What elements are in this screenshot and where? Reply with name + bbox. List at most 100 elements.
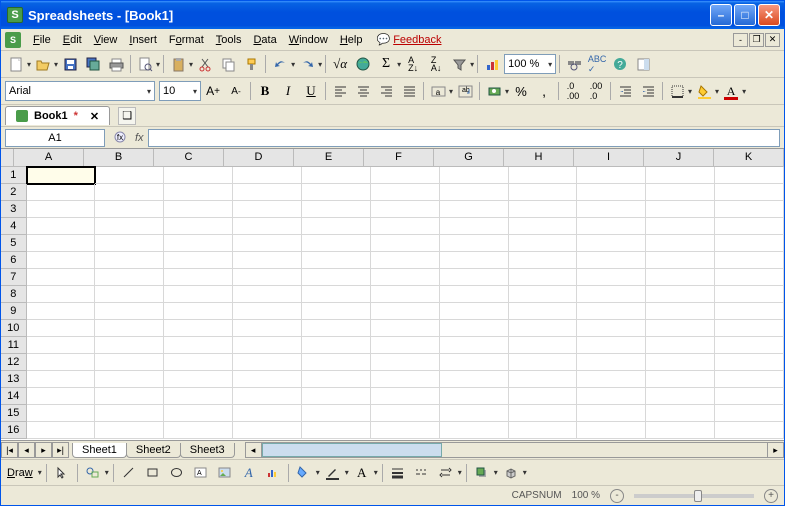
cell-D5[interactable] xyxy=(233,235,302,252)
filter-dropdown[interactable]: ▾ xyxy=(470,60,474,69)
cell-H9[interactable] xyxy=(509,303,578,320)
workbook-close-button[interactable]: ✕ xyxy=(90,110,99,123)
font-size-combo[interactable]: 10▾ xyxy=(159,81,201,101)
cell-A10[interactable] xyxy=(27,320,96,337)
cell-G15[interactable] xyxy=(440,405,509,422)
cell-F11[interactable] xyxy=(371,337,440,354)
cell-K6[interactable] xyxy=(715,252,784,269)
app-menu-icon[interactable]: S xyxy=(5,32,21,48)
cell-E2[interactable] xyxy=(302,184,371,201)
insert-picture-button[interactable] xyxy=(214,462,236,484)
column-header-J[interactable]: J xyxy=(644,149,714,167)
find-button[interactable] xyxy=(563,53,585,75)
cell-A4[interactable] xyxy=(27,218,96,235)
cell-C11[interactable] xyxy=(164,337,233,354)
cell-I11[interactable] xyxy=(577,337,646,354)
sheet-tab-sheet3[interactable]: Sheet3 xyxy=(180,443,235,458)
cell-E13[interactable] xyxy=(302,371,371,388)
scroll-left-button[interactable]: ◂ xyxy=(246,443,262,457)
cell-H10[interactable] xyxy=(509,320,578,337)
cell-I6[interactable] xyxy=(577,252,646,269)
taskpane-button[interactable] xyxy=(632,53,654,75)
row-header-8[interactable]: 8 xyxy=(1,286,27,303)
oval-button[interactable] xyxy=(166,462,188,484)
cell-F3[interactable] xyxy=(371,201,440,218)
cell-D3[interactable] xyxy=(233,201,302,218)
cell-F1[interactable] xyxy=(371,167,440,184)
column-header-E[interactable]: E xyxy=(294,149,364,167)
row-header-9[interactable]: 9 xyxy=(1,303,27,320)
cell-E16[interactable] xyxy=(302,422,371,439)
cell-I7[interactable] xyxy=(577,269,646,286)
cell-B1[interactable] xyxy=(95,167,164,184)
scroll-right-button[interactable]: ▸ xyxy=(767,443,783,457)
cell-F10[interactable] xyxy=(371,320,440,337)
cell-I10[interactable] xyxy=(577,320,646,337)
cell-F9[interactable] xyxy=(371,303,440,320)
cell-H5[interactable] xyxy=(509,235,578,252)
menu-insert[interactable]: Insert xyxy=(123,32,163,48)
row-header-4[interactable]: 4 xyxy=(1,218,27,235)
cell-B14[interactable] xyxy=(95,388,164,405)
workbook-tab[interactable]: Book1 * ✕ xyxy=(5,106,110,125)
percent-button[interactable]: % xyxy=(510,80,532,102)
cell-A1[interactable] xyxy=(27,167,96,184)
close-button[interactable]: ✕ xyxy=(758,4,780,26)
cell-A9[interactable] xyxy=(27,303,96,320)
textbox-button[interactable]: A xyxy=(190,462,212,484)
cell-E8[interactable] xyxy=(302,286,371,303)
cell-K2[interactable] xyxy=(715,184,784,201)
scroll-thumb[interactable] xyxy=(262,443,442,457)
font-color-button[interactable]: A xyxy=(720,80,742,102)
cell-E9[interactable] xyxy=(302,303,371,320)
cell-D15[interactable] xyxy=(233,405,302,422)
column-header-F[interactable]: F xyxy=(364,149,434,167)
cell-K7[interactable] xyxy=(715,269,784,286)
cell-A11[interactable] xyxy=(27,337,96,354)
sort-asc-button[interactable]: AZ↓ xyxy=(402,53,424,75)
cell-G16[interactable] xyxy=(440,422,509,439)
chart-button[interactable] xyxy=(481,53,503,75)
spellcheck-button[interactable]: ABC✓ xyxy=(586,53,608,75)
cell-K8[interactable] xyxy=(715,286,784,303)
cell-F5[interactable] xyxy=(371,235,440,252)
cell-K12[interactable] xyxy=(715,354,784,371)
column-header-D[interactable]: D xyxy=(224,149,294,167)
cell-B3[interactable] xyxy=(95,201,164,218)
row-header-14[interactable]: 14 xyxy=(1,388,27,405)
cell-A8[interactable] xyxy=(27,286,96,303)
cell-E12[interactable] xyxy=(302,354,371,371)
underline-button[interactable]: U xyxy=(300,80,322,102)
cell-G5[interactable] xyxy=(440,235,509,252)
cell-B13[interactable] xyxy=(95,371,164,388)
autoshapes-button[interactable] xyxy=(82,462,104,484)
align-justify-button[interactable] xyxy=(398,80,420,102)
cell-G9[interactable] xyxy=(440,303,509,320)
cell-D16[interactable] xyxy=(233,422,302,439)
column-header-G[interactable]: G xyxy=(434,149,504,167)
insert-chart-button[interactable] xyxy=(262,462,284,484)
menu-tools[interactable]: Tools xyxy=(210,32,248,48)
cell-E7[interactable] xyxy=(302,269,371,286)
cell-E11[interactable] xyxy=(302,337,371,354)
column-header-K[interactable]: K xyxy=(714,149,784,167)
bold-button[interactable]: B xyxy=(254,80,276,102)
cell-F13[interactable] xyxy=(371,371,440,388)
minimize-button[interactable]: – xyxy=(710,4,732,26)
cell-G1[interactable] xyxy=(440,167,509,184)
print-button[interactable] xyxy=(105,53,127,75)
wordart-button[interactable]: A xyxy=(238,462,260,484)
borders-dropdown[interactable]: ▾ xyxy=(688,87,692,96)
cell-D2[interactable] xyxy=(233,184,302,201)
save-all-button[interactable] xyxy=(82,53,104,75)
preview-dropdown[interactable]: ▾ xyxy=(156,60,160,69)
mdi-minimize-button[interactable]: - xyxy=(733,33,748,47)
fill-color-button[interactable] xyxy=(693,80,715,102)
font-color-dropdown[interactable]: ▾ xyxy=(742,87,746,96)
shadow-button[interactable] xyxy=(471,462,493,484)
cell-D7[interactable] xyxy=(233,269,302,286)
cell-I2[interactable] xyxy=(577,184,646,201)
font-combo[interactable]: Arial▾ xyxy=(5,81,155,101)
cell-B11[interactable] xyxy=(95,337,164,354)
cell-B12[interactable] xyxy=(95,354,164,371)
